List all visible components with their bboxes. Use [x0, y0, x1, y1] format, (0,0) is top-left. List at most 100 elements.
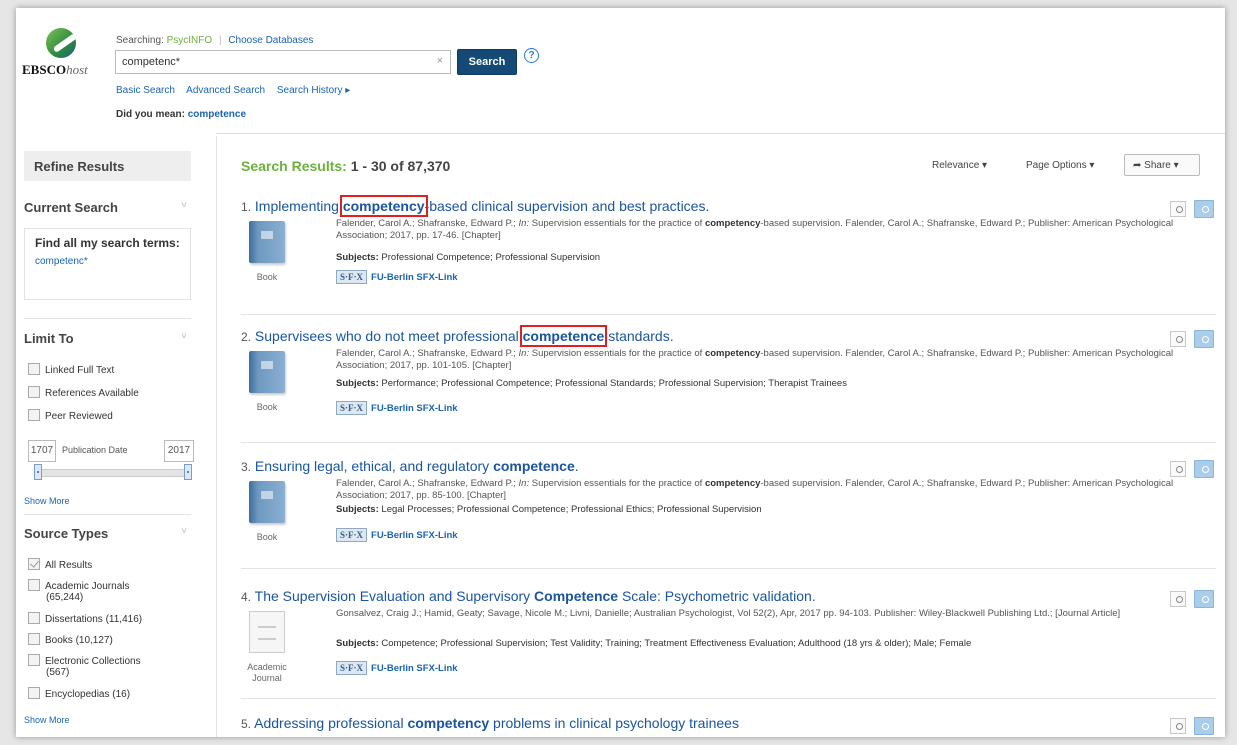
result-title[interactable]: 1. Implementing competency-based clinica… — [241, 195, 709, 217]
checkbox[interactable] — [28, 654, 40, 666]
publication-date-to[interactable]: 2017 — [164, 440, 194, 462]
result-item: 4. The Supervision Evaluation and Superv… — [241, 588, 1216, 698]
document-type-label: Book — [256, 532, 278, 542]
sfx-logo-icon: S·F·X — [336, 661, 368, 675]
result-title[interactable]: 5. Addressing professional competency pr… — [241, 715, 739, 731]
sfx-link[interactable]: S·F·X FU-Berlin SFX-Link — [336, 528, 458, 542]
source-academic-journals[interactable]: Academic Journals (65,244) — [28, 579, 129, 603]
search-links: Basic Search Advanced Search Search Hist… — [116, 85, 359, 96]
limit-linked-full-text[interactable]: Linked Full Text — [28, 363, 114, 376]
result-subjects: Subjects: Professional Competence; Profe… — [336, 252, 601, 263]
chevron-down-icon[interactable]: ˅ — [181, 200, 187, 211]
basic-search-link[interactable]: Basic Search — [116, 85, 175, 96]
limit-peer-reviewed[interactable]: Peer Reviewed — [28, 409, 113, 422]
current-term-link[interactable]: competenc* — [35, 256, 180, 267]
result-item: 1. Implementing competency-based clinica… — [241, 195, 1216, 298]
refine-results-heading: Refine Results — [24, 151, 191, 181]
limit-references-available[interactable]: References Available — [28, 386, 139, 399]
source-all-results[interactable]: All Results — [28, 558, 92, 571]
add-to-folder-icon[interactable] — [1194, 590, 1214, 608]
sfx-link[interactable]: S·F·X FU-Berlin SFX-Link — [336, 401, 458, 415]
refine-sidebar: Refine Results Current Search ˅ Find all… — [16, 148, 204, 737]
choose-databases-link[interactable]: Choose Databases — [228, 35, 313, 46]
sfx-link[interactable]: S·F·X FU-Berlin SFX-Link — [336, 270, 458, 284]
chevron-down-icon[interactable]: ˅ — [181, 526, 187, 537]
result-item: 2. Supervisees who do not meet professio… — [241, 325, 1216, 428]
result-title[interactable]: 4. The Supervision Evaluation and Superv… — [241, 588, 816, 604]
result-subjects: Subjects: Performance; Professional Comp… — [336, 378, 847, 389]
checkbox[interactable] — [28, 386, 40, 398]
source-types-heading[interactable]: Source Types ˅ — [24, 526, 191, 541]
sort-relevance-dropdown[interactable]: Relevance ▾ — [932, 160, 987, 171]
page-options-dropdown[interactable]: Page Options ▾ — [1026, 160, 1094, 171]
date-slider-start-handle[interactable] — [34, 464, 42, 480]
preview-magnifier-icon[interactable] — [1170, 461, 1186, 477]
search-history-link[interactable]: Search History ▸ — [277, 85, 350, 96]
date-slider-track[interactable] — [34, 469, 192, 477]
source-dissertations[interactable]: Dissertations (11,416) — [28, 612, 142, 625]
find-all-terms-label: Find all my search terms: — [35, 236, 180, 250]
checkbox-checked[interactable] — [28, 558, 40, 570]
searching-label: Searching: — [116, 35, 164, 46]
preview-magnifier-icon[interactable] — [1170, 201, 1186, 217]
result-citation: Falender, Carol A.; Shafranske, Edward P… — [336, 348, 1174, 371]
checkbox[interactable] — [28, 687, 40, 699]
preview-magnifier-icon[interactable] — [1170, 591, 1186, 607]
document-type-label: Book — [256, 272, 278, 282]
show-more-limits-link[interactable]: Show More — [24, 496, 70, 506]
show-more-sources-link[interactable]: Show More — [24, 715, 70, 725]
help-icon[interactable]: ? — [524, 48, 539, 63]
ebsco-logo-icon — [46, 28, 76, 58]
sfx-link[interactable]: S·F·X FU-Berlin SFX-Link — [336, 661, 458, 675]
chevron-down-icon[interactable]: ˅ — [181, 331, 187, 342]
checkbox[interactable] — [28, 633, 40, 645]
book-icon[interactable] — [249, 481, 285, 523]
add-to-folder-icon[interactable] — [1194, 330, 1214, 348]
result-citation: Falender, Carol A.; Shafranske, Edward P… — [336, 478, 1174, 501]
result-title[interactable]: 2. Supervisees who do not meet professio… — [241, 325, 674, 347]
sfx-logo-icon: S·F·X — [336, 401, 368, 415]
document-type-label: Book — [256, 402, 278, 412]
checkbox[interactable] — [28, 409, 40, 421]
preview-magnifier-icon[interactable] — [1170, 331, 1186, 347]
share-button[interactable]: ➦ Share ▾ — [1124, 154, 1200, 176]
sfx-logo-icon: S·F·X — [336, 270, 368, 284]
preview-magnifier-icon[interactable] — [1170, 718, 1186, 734]
date-slider-end-handle[interactable] — [184, 464, 192, 480]
ebsco-window: EBSCOhost Searching: PsycINFO | Choose D… — [16, 8, 1225, 737]
source-books[interactable]: Books (10,127) — [28, 633, 113, 646]
publication-date-from[interactable]: 1707 — [28, 440, 56, 462]
result-subjects: Subjects: Legal Processes; Professional … — [336, 504, 762, 515]
find-all-terms-box: Find all my search terms: competenc* — [24, 228, 191, 300]
book-icon[interactable] — [249, 351, 285, 393]
current-search-heading[interactable]: Current Search ˅ — [24, 200, 191, 215]
ebsco-logo-text: EBSCOhost — [22, 62, 88, 77]
journal-icon[interactable] — [249, 611, 285, 653]
ebsco-logo[interactable]: EBSCOhost — [22, 28, 94, 88]
sidebar-divider — [216, 136, 217, 737]
searching-line: Searching: PsycINFO | Choose Databases — [116, 35, 314, 46]
header: EBSCOhost Searching: PsycINFO | Choose D… — [16, 8, 1225, 136]
checkbox[interactable] — [28, 612, 40, 624]
did-you-mean-suggestion[interactable]: competence — [188, 109, 246, 120]
header-divider — [216, 133, 1225, 134]
result-citation: Gonsalvez, Craig J.; Hamid, Geaty; Savag… — [336, 608, 1121, 619]
add-to-folder-icon[interactable] — [1194, 200, 1214, 218]
limit-to-heading[interactable]: Limit To ˅ — [24, 331, 191, 346]
add-to-folder-icon[interactable] — [1194, 717, 1214, 735]
source-electronic-collections[interactable]: Electronic Collections (567) — [28, 654, 141, 678]
document-type-label: Academic Journal — [247, 662, 287, 683]
database-name[interactable]: PsycINFO — [167, 35, 213, 46]
result-title[interactable]: 3. Ensuring legal, ethical, and regulato… — [241, 458, 579, 474]
search-button[interactable]: Search — [457, 49, 517, 75]
checkbox[interactable] — [28, 579, 40, 591]
checkbox[interactable] — [28, 363, 40, 375]
result-item: 3. Ensuring legal, ethical, and regulato… — [241, 458, 1216, 558]
search-input[interactable] — [116, 51, 426, 73]
add-to-folder-icon[interactable] — [1194, 460, 1214, 478]
clear-search-icon[interactable]: × — [437, 55, 443, 67]
search-results-count: Search Results: 1 - 30 of 87,370 — [241, 158, 451, 174]
source-encyclopedias[interactable]: Encyclopedias (16) — [28, 687, 130, 700]
book-icon[interactable] — [249, 221, 285, 263]
advanced-search-link[interactable]: Advanced Search — [186, 85, 265, 96]
